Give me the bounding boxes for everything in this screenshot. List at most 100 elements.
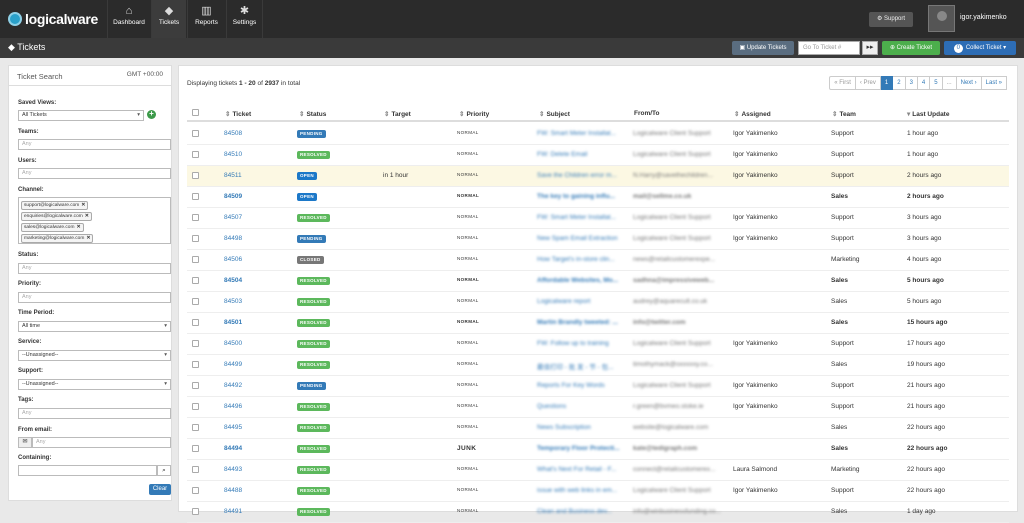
col-team[interactable]: ⇕ Team bbox=[832, 110, 856, 118]
ticket-id[interactable]: 84499 bbox=[224, 361, 242, 368]
row-checkbox[interactable] bbox=[192, 235, 199, 242]
page-prev[interactable]: ‹ Prev bbox=[855, 76, 881, 90]
tags-input[interactable]: Any bbox=[18, 408, 171, 419]
ticket-subject[interactable]: Affordable Websites, Mo... bbox=[537, 277, 618, 284]
table-row[interactable]: 84503 RESOLVED NORMAL Logicalware report aud… bbox=[187, 292, 1009, 313]
col-status[interactable]: ⇕ Status bbox=[299, 110, 326, 118]
collect-ticket-button[interactable]: 0 Collect Ticket ▾ bbox=[944, 41, 1016, 55]
row-checkbox[interactable] bbox=[192, 403, 199, 410]
search-icon[interactable]: ⌕ bbox=[157, 465, 171, 476]
page-1[interactable]: 1 bbox=[880, 76, 894, 90]
saved-views-select[interactable]: All Tickets bbox=[18, 110, 144, 121]
channel-input[interactable]: support@logicalware.com ✕ enquiries@logic… bbox=[18, 197, 171, 244]
row-checkbox[interactable] bbox=[192, 130, 199, 137]
page-next[interactable]: Next › bbox=[956, 76, 982, 90]
row-checkbox[interactable] bbox=[192, 319, 199, 326]
row-checkbox[interactable] bbox=[192, 466, 199, 473]
ticket-id[interactable]: 84501 bbox=[224, 319, 242, 326]
clear-button[interactable]: Clear bbox=[149, 484, 171, 495]
table-row[interactable]: 84496 RESOLVED NORMAL Questions r.green@bvme… bbox=[187, 397, 1009, 418]
user-name[interactable]: igor.yakimenko bbox=[960, 14, 1007, 21]
row-checkbox[interactable] bbox=[192, 214, 199, 221]
goto-ticket-input[interactable]: Go To Ticket # bbox=[798, 41, 860, 55]
page-first[interactable]: « First bbox=[829, 76, 856, 90]
ticket-id[interactable]: 84498 bbox=[224, 235, 242, 242]
table-row[interactable]: 84491 RESOLVED NORMAL Clean and Business de… bbox=[187, 502, 1009, 523]
teams-input[interactable]: Any bbox=[18, 139, 171, 150]
ticket-subject[interactable]: issue with web links in em... bbox=[537, 487, 617, 494]
ticket-id[interactable]: 84511 bbox=[224, 172, 242, 179]
table-row[interactable]: 84509 OPEN NORMAL The key to gaining influ.… bbox=[187, 187, 1009, 208]
ticket-id[interactable]: 84492 bbox=[224, 382, 242, 389]
ticket-subject[interactable]: FW: Smart Meter Installat... bbox=[537, 214, 616, 221]
add-view-icon[interactable]: + bbox=[147, 110, 156, 119]
remove-icon[interactable]: ✕ bbox=[76, 225, 80, 230]
col-subject[interactable]: ⇕ Subject bbox=[539, 110, 570, 118]
support-select[interactable]: --Unassigned-- bbox=[18, 379, 171, 390]
ticket-id[interactable]: 84494 bbox=[224, 445, 242, 452]
nav-tickets[interactable]: ◆ Tickets bbox=[151, 0, 186, 38]
table-row[interactable]: 84510 RESOLVED NORMAL FW: Delete Email Logic… bbox=[187, 145, 1009, 166]
ticket-subject[interactable]: Questions bbox=[537, 403, 566, 410]
avatar[interactable] bbox=[928, 5, 955, 32]
col-from-to[interactable]: From/To bbox=[634, 110, 660, 117]
containing-input[interactable] bbox=[18, 465, 157, 476]
update-tickets-button[interactable]: ▣ Update Tickets bbox=[732, 41, 794, 55]
page-5[interactable]: 5 bbox=[930, 76, 943, 90]
row-checkbox[interactable] bbox=[192, 298, 199, 305]
ticket-subject[interactable]: Reports For Key Words bbox=[537, 382, 605, 389]
ticket-subject[interactable]: Temporary Floor Protecti... bbox=[537, 445, 620, 452]
table-row[interactable]: 84506 CLOSED NORMAL How Target's in-store c… bbox=[187, 250, 1009, 271]
ticket-subject[interactable]: New Spam Email Extraction bbox=[537, 235, 618, 242]
col-priority[interactable]: ⇕ Priority bbox=[459, 110, 489, 118]
ticket-id[interactable]: 84495 bbox=[224, 424, 242, 431]
page-4[interactable]: 4 bbox=[917, 76, 931, 90]
row-checkbox[interactable] bbox=[192, 445, 199, 452]
table-row[interactable]: 84507 RESOLVED NORMAL FW: Smart Meter Insta… bbox=[187, 208, 1009, 229]
row-checkbox[interactable] bbox=[192, 151, 199, 158]
ticket-id[interactable]: 84496 bbox=[224, 403, 242, 410]
table-row[interactable]: 84492 PENDING NORMAL Reports For Key Words L… bbox=[187, 376, 1009, 397]
ticket-id[interactable]: 84510 bbox=[224, 151, 242, 158]
ticket-id[interactable]: 84509 bbox=[224, 193, 242, 200]
ticket-subject[interactable]: The key to gaining influ... bbox=[537, 193, 615, 200]
ticket-subject[interactable]: Save the Children error m... bbox=[537, 172, 617, 179]
ticket-id[interactable]: 84500 bbox=[224, 340, 242, 347]
goto-ticket-button[interactable]: ▸▸ bbox=[862, 41, 878, 55]
table-row[interactable]: 84501 RESOLVED NORMAL Martin Brandly tweete… bbox=[187, 313, 1009, 334]
remove-icon[interactable]: ✕ bbox=[81, 203, 85, 208]
priority-input[interactable]: Any bbox=[18, 292, 171, 303]
table-row[interactable]: 84504 RESOLVED NORMAL Affordable Websites, … bbox=[187, 271, 1009, 292]
row-checkbox[interactable] bbox=[192, 361, 199, 368]
table-row[interactable]: 84493 RESOLVED NORMAL What's Next For Retai… bbox=[187, 460, 1009, 481]
nav-settings[interactable]: ✱ Settings bbox=[226, 0, 263, 38]
table-row[interactable]: 84488 RESOLVED NORMAL issue with web links … bbox=[187, 481, 1009, 502]
ticket-id[interactable]: 84503 bbox=[224, 298, 242, 305]
service-select[interactable]: --Unassigned-- bbox=[18, 350, 171, 361]
table-row[interactable]: 84511 OPEN in 1 hour NORMAL Save the Childre… bbox=[187, 166, 1009, 187]
page-2[interactable]: 2 bbox=[893, 76, 906, 90]
from-email-input[interactable]: Any bbox=[32, 437, 171, 448]
remove-icon[interactable]: ✕ bbox=[86, 236, 90, 241]
row-checkbox[interactable] bbox=[192, 340, 199, 347]
ticket-id[interactable]: 84508 bbox=[224, 130, 242, 137]
table-row[interactable]: 84500 RESOLVED NORMAL FW: Follow up to trai… bbox=[187, 334, 1009, 355]
row-checkbox[interactable] bbox=[192, 256, 199, 263]
users-input[interactable]: Any bbox=[18, 168, 171, 179]
nav-dashboard[interactable]: ⌂ Dashboard bbox=[107, 0, 150, 38]
row-checkbox[interactable] bbox=[192, 487, 199, 494]
ticket-id[interactable]: 84506 bbox=[224, 256, 242, 263]
nav-reports[interactable]: ▥ Reports bbox=[187, 0, 225, 38]
row-checkbox[interactable] bbox=[192, 382, 199, 389]
page-last[interactable]: Last » bbox=[981, 76, 1007, 90]
create-ticket-button[interactable]: ⊕ Create Ticket bbox=[882, 41, 940, 55]
ticket-subject[interactable]: FW: Follow up to training bbox=[537, 340, 609, 347]
ticket-id[interactable]: 84504 bbox=[224, 277, 242, 284]
page-3[interactable]: 3 bbox=[905, 76, 918, 90]
ticket-subject[interactable]: 最佳打印 - 批 发 - 节 - 包... bbox=[537, 361, 614, 371]
ticket-id[interactable]: 84493 bbox=[224, 466, 242, 473]
col-last-update[interactable]: ▾ Last Update bbox=[907, 110, 949, 118]
select-all-checkbox[interactable] bbox=[192, 109, 199, 116]
ticket-subject[interactable]: How Target's in-store clin... bbox=[537, 256, 615, 263]
ticket-id[interactable]: 84507 bbox=[224, 214, 242, 221]
